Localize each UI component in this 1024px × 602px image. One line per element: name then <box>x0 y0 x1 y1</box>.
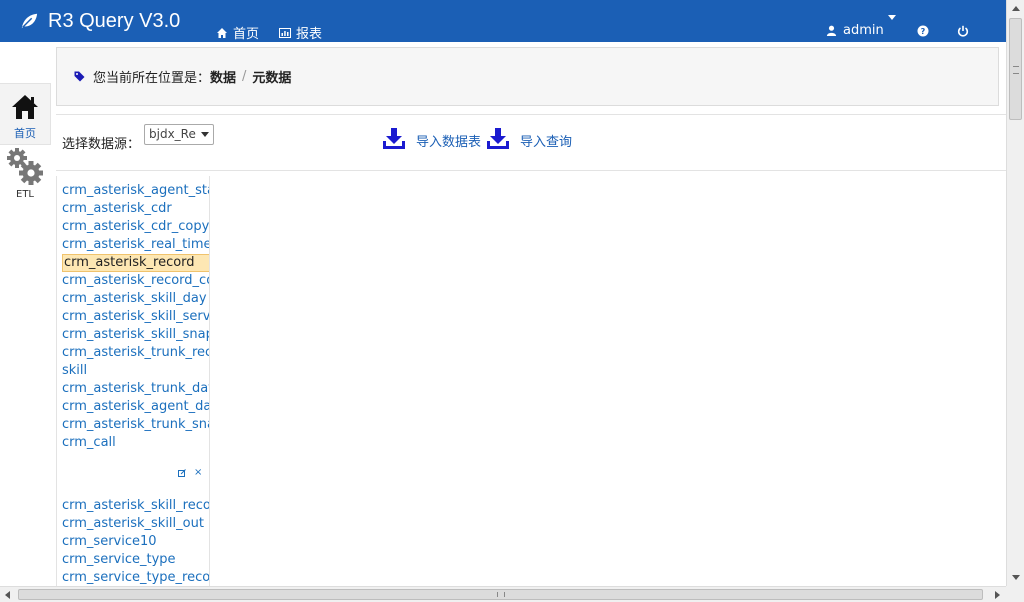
divider <box>56 114 1006 115</box>
scroll-right-icon[interactable] <box>995 591 1000 599</box>
list-item[interactable]: crm_asterisk_skill_snap <box>62 326 209 344</box>
top-bar: R3 Query V3.0 首页 报表 admin ? <box>0 0 1006 42</box>
list-item[interactable]: crm_asterisk_trunk_snap <box>62 416 209 434</box>
bar-chart-icon <box>279 27 292 38</box>
breadcrumb-prefix: 您当前所在位置是： <box>93 71 211 86</box>
close-icon[interactable]: × <box>194 467 202 478</box>
question-circle-icon[interactable]: ? <box>917 25 929 37</box>
top-nav: 首页 报表 <box>216 23 322 42</box>
divider <box>56 170 1006 171</box>
list-item[interactable]: crm_asterisk_cdr_copy <box>62 218 209 236</box>
home-icon <box>217 27 227 38</box>
scroll-thumb[interactable] <box>18 589 983 600</box>
scroll-left-icon[interactable] <box>5 591 10 599</box>
breadcrumb-item-data[interactable]: 数据 <box>210 67 236 86</box>
ad-controls: × <box>178 467 202 478</box>
import-table-label: 导入数据表 <box>416 135 482 150</box>
list-item[interactable]: crm_service_type <box>62 551 209 569</box>
list-item[interactable]: crm_asterisk_skill_day <box>62 290 209 308</box>
list-item[interactable]: crm_asterisk_agent_status <box>62 182 209 200</box>
list-item[interactable]: crm_asterisk_skill_record <box>62 497 209 515</box>
list-item[interactable]: skill <box>62 362 209 380</box>
breadcrumb-separator: / <box>242 69 247 84</box>
horizontal-scrollbar[interactable] <box>0 586 1006 602</box>
list-item[interactable]: crm_call <box>62 434 209 452</box>
list-item[interactable]: crm_asterisk_skill_out <box>62 515 209 533</box>
chevron-down-icon[interactable] <box>888 15 896 20</box>
edit-icon[interactable] <box>178 469 186 477</box>
home-icon <box>12 95 38 119</box>
table-list: crm_asterisk_agent_status crm_asterisk_c… <box>56 176 210 586</box>
list-item[interactable]: crm_service10 <box>62 533 209 551</box>
tag-icon <box>74 71 85 82</box>
sidebar-item-etl-label: ETL <box>16 189 34 200</box>
brand[interactable]: R3 Query V3.0 <box>20 8 180 34</box>
datasource-select[interactable]: bjdx_Re <box>144 124 214 145</box>
download-icon <box>487 128 509 149</box>
leaf-icon <box>21 13 38 29</box>
list-item[interactable]: crm_asterisk_trunk_record <box>62 344 209 362</box>
datasource-label: 选择数据源： <box>62 137 141 152</box>
list-item[interactable]: crm_asterisk_agent_day <box>62 398 209 416</box>
nav-home-label: 首页 <box>233 27 260 42</box>
chevron-down-icon <box>201 132 209 137</box>
download-icon <box>383 128 405 149</box>
username: admin <box>843 23 884 38</box>
sidebar-item-home[interactable]: 首页 <box>0 83 51 145</box>
scrollbar-corner <box>1006 586 1024 602</box>
breadcrumb-item-metadata: 元数据 <box>252 71 292 86</box>
grip-icon <box>1013 66 1019 74</box>
list-item[interactable]: crm_asterisk_cdr <box>62 200 209 218</box>
sidebar-item-etl[interactable]: ETL <box>2 146 48 204</box>
datasource-value: bjdx_Re <box>149 127 196 141</box>
list-item[interactable]: crm_asterisk_skill_service <box>62 308 209 326</box>
import-table-button[interactable]: 导入数据表 <box>382 128 481 150</box>
scroll-up-icon[interactable] <box>1012 6 1020 11</box>
svg-text:?: ? <box>921 27 926 36</box>
user-menu[interactable]: admin <box>826 23 884 38</box>
user-icon <box>826 25 837 36</box>
import-query-button[interactable]: 导入查询 <box>486 128 572 150</box>
list-item[interactable]: crm_service_type_record <box>62 569 209 586</box>
gears-icon <box>7 148 43 185</box>
list-item[interactable]: crm_asterisk_trunk_day <box>62 380 209 398</box>
import-query-label: 导入查询 <box>520 135 573 150</box>
power-icon[interactable] <box>957 25 969 37</box>
sidebar-item-home-label: 首页 <box>14 127 36 140</box>
list-item-selected[interactable]: crm_asterisk_record <box>62 254 209 272</box>
nav-home[interactable]: 首页 <box>216 23 259 42</box>
vertical-scrollbar[interactable] <box>1006 0 1024 586</box>
nav-reports[interactable]: 报表 <box>279 23 322 42</box>
grip-icon <box>497 592 505 597</box>
scroll-down-icon[interactable] <box>1012 575 1020 580</box>
list-item[interactable]: crm_asterisk_real_time <box>62 236 209 254</box>
breadcrumb: 您当前所在位置是： 数据 / 元数据 <box>56 47 999 106</box>
app-title: R3 Query V3.0 <box>48 9 181 32</box>
scroll-thumb[interactable] <box>1009 18 1022 120</box>
nav-reports-label: 报表 <box>296 27 323 42</box>
list-item[interactable]: crm_asterisk_record_copy <box>62 272 209 290</box>
